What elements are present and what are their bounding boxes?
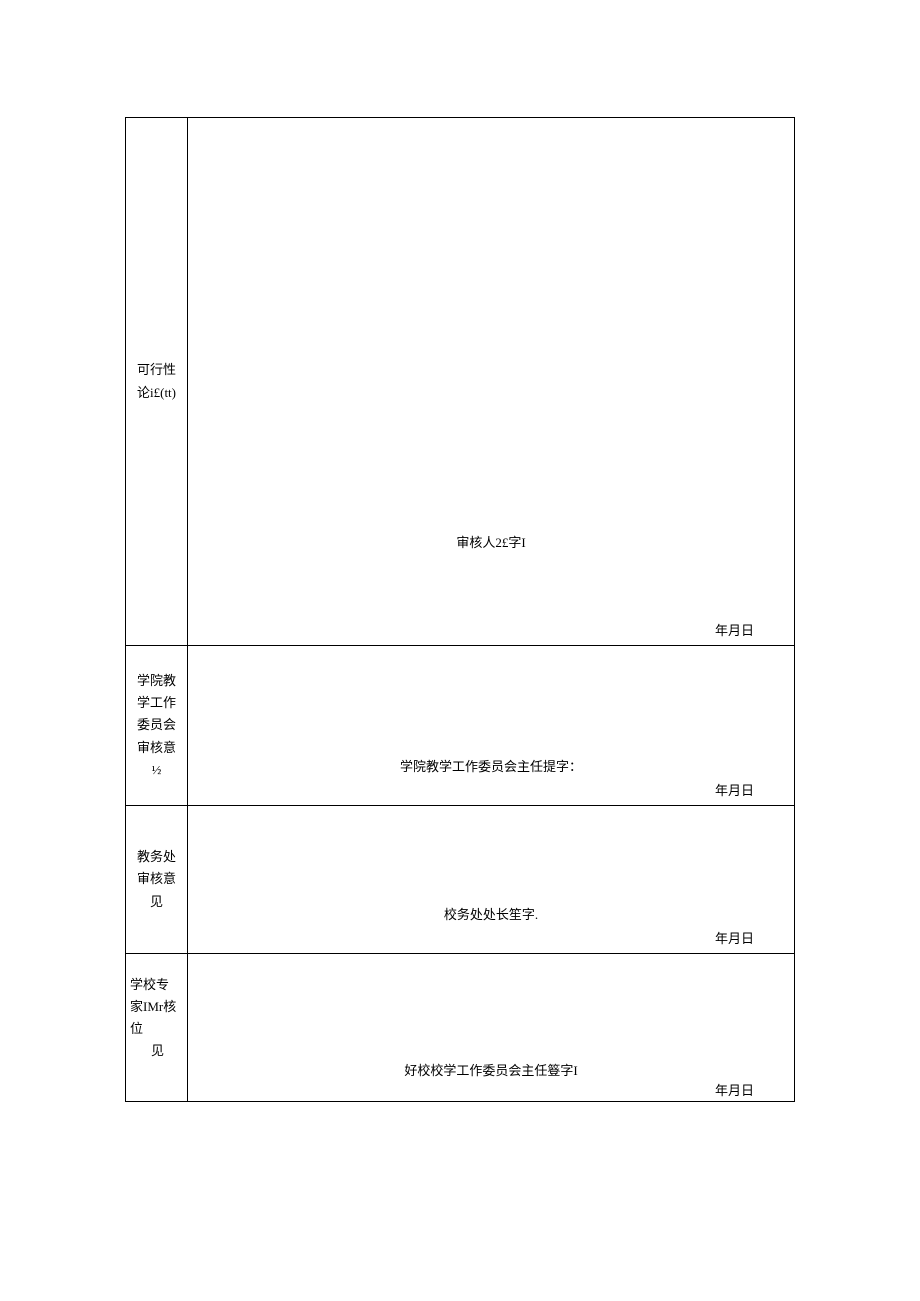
label-line: 可行性	[128, 359, 185, 381]
label-line: 位	[130, 1018, 185, 1040]
label-line: 审核意	[128, 737, 185, 759]
signer-line: 审核人2£字I	[188, 532, 794, 551]
row-content-cell: 校务处处长笙字. 年月日	[188, 806, 795, 954]
table-row: 可行性 论i£(tt) 审核人2£字I 年月日	[126, 118, 795, 646]
label-line: 家IMr核	[130, 996, 185, 1018]
row-label-cell: 教务处 审核意 见	[126, 806, 188, 954]
label-line: 学院教	[128, 670, 185, 692]
label-line: 学工作	[128, 692, 185, 714]
row-label-cell: 可行性 论i£(tt)	[126, 118, 188, 646]
date-line: 年月日	[715, 620, 754, 639]
table-row: 学校专 家IMr核 位 见 好校校学工作委员会主任簦字I 年月日	[126, 954, 795, 1102]
approval-table: 可行性 论i£(tt) 审核人2£字I 年月日 学院教 学工作 委员会 审核意 …	[125, 117, 795, 1102]
label-line: 见	[128, 891, 185, 913]
label-line: ½	[128, 759, 185, 781]
row-content-cell: 好校校学工作委员会主任簦字I 年月日	[188, 954, 795, 1102]
label-line: 学校专	[130, 974, 185, 996]
row-content-cell: 学院教学工作委员会主任提字： 年月日	[188, 646, 795, 806]
row-content-cell: 审核人2£字I 年月日	[188, 118, 795, 646]
signer-line: 学院教学工作委员会主任提字：	[188, 756, 794, 775]
label-line: 审核意	[128, 868, 185, 890]
document-page: 可行性 论i£(tt) 审核人2£字I 年月日 学院教 学工作 委员会 审核意 …	[125, 117, 795, 1102]
date-line: 年月日	[715, 1080, 754, 1099]
signer-line: 好校校学工作委员会主任簦字I	[188, 1060, 794, 1079]
label-line: 委员会	[128, 714, 185, 736]
date-line: 年月日	[715, 780, 754, 799]
row-label-cell: 学校专 家IMr核 位 见	[126, 954, 188, 1102]
date-line: 年月日	[715, 928, 754, 947]
label-line: 教务处	[128, 846, 185, 868]
label-line: 见	[130, 1040, 185, 1062]
label-line: 论i£(tt)	[128, 382, 185, 404]
table-row: 教务处 审核意 见 校务处处长笙字. 年月日	[126, 806, 795, 954]
signer-line: 校务处处长笙字.	[188, 904, 794, 923]
row-label-cell: 学院教 学工作 委员会 审核意 ½	[126, 646, 188, 806]
table-row: 学院教 学工作 委员会 审核意 ½ 学院教学工作委员会主任提字： 年月日	[126, 646, 795, 806]
